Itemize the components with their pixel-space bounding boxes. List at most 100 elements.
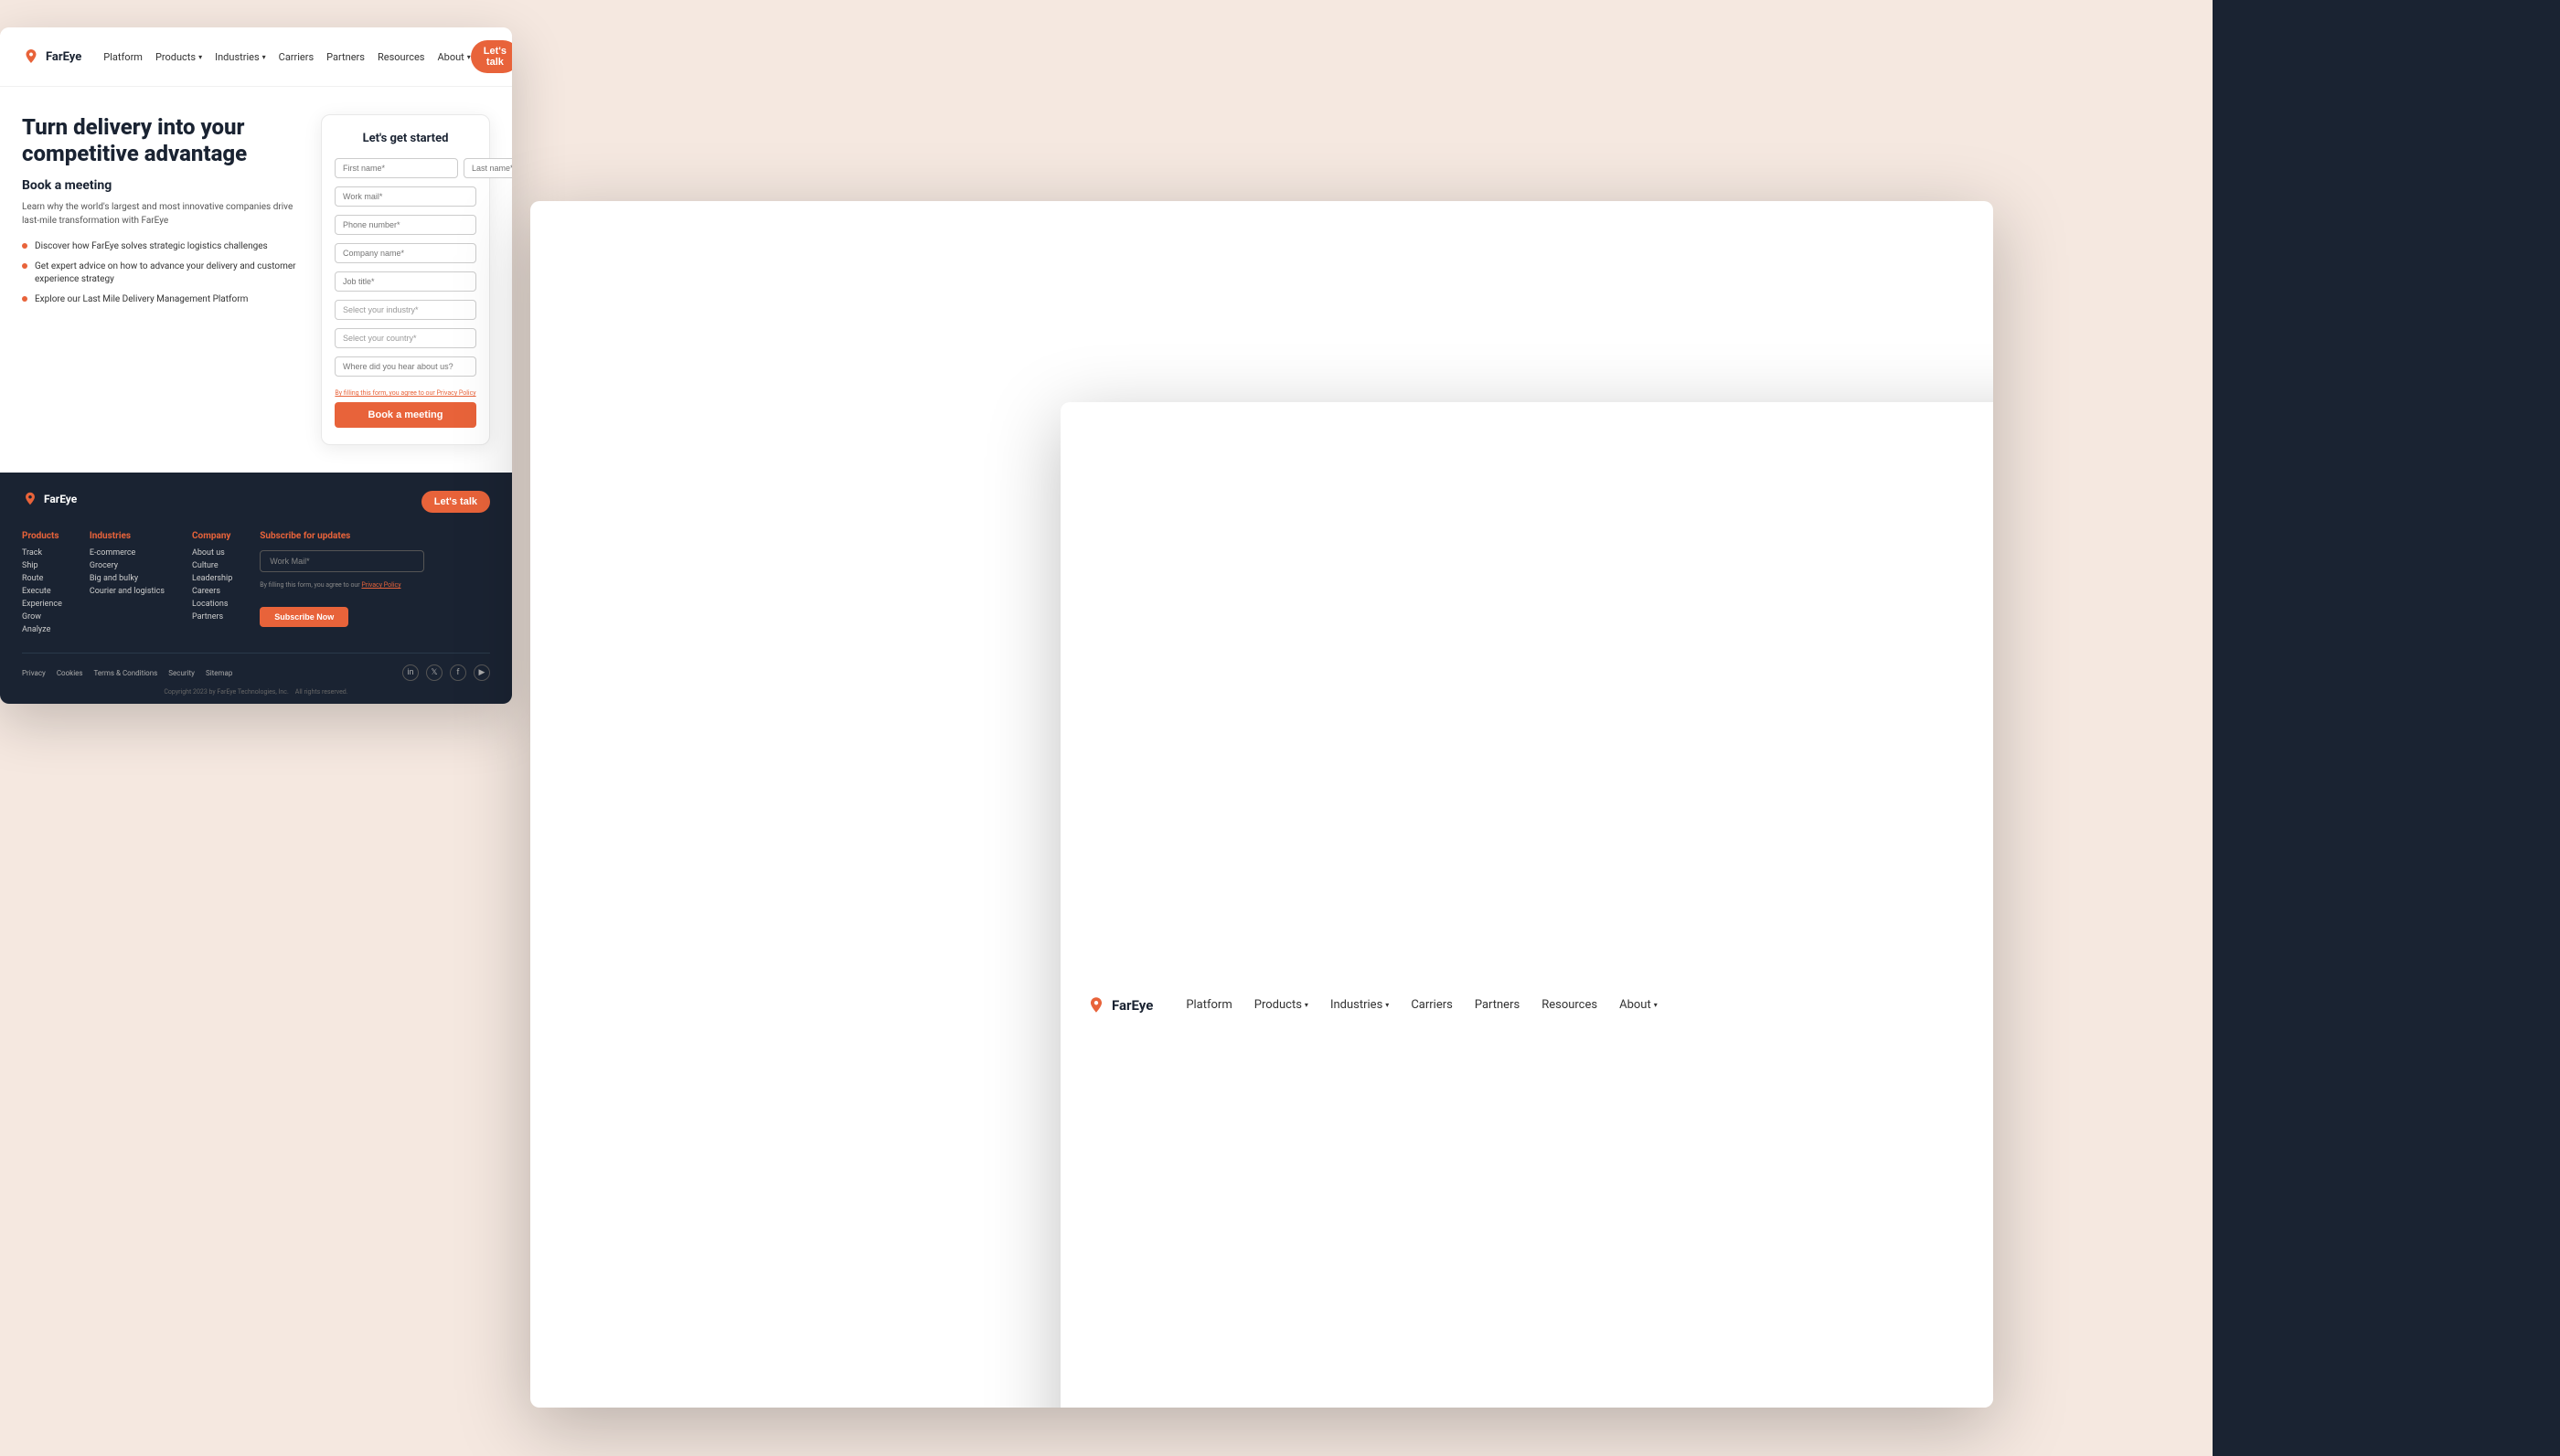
right-nav: FarEye Platform Products ▾ Industries ▾ … bbox=[1061, 402, 1993, 1408]
footer-company-title: Company bbox=[192, 531, 232, 541]
right-nav-industries[interactable]: Industries ▾ bbox=[1330, 998, 1389, 1012]
footer-link-execute[interactable]: Execute bbox=[22, 587, 62, 596]
footer-section: FarEye Let's talk Products Track Ship Ro… bbox=[0, 473, 512, 704]
nav-resources[interactable]: Resources bbox=[378, 51, 425, 63]
left-browser-window: FarEye Platform Products ▾ Industries ▾ … bbox=[0, 27, 512, 704]
footer-link-route[interactable]: Route bbox=[22, 574, 62, 583]
footer-industries-title: Industries bbox=[90, 531, 165, 541]
hear-input[interactable] bbox=[335, 356, 476, 377]
right-nav-partners[interactable]: Partners bbox=[1475, 998, 1520, 1012]
industry-select[interactable]: Select your industry* bbox=[335, 300, 476, 320]
footer-link-bigbulky[interactable]: Big and bulky bbox=[90, 574, 165, 583]
job-title-input[interactable] bbox=[335, 271, 476, 292]
footer-cta[interactable]: Let's talk bbox=[421, 491, 490, 513]
feature-item-1: Discover how FarEye solves strategic log… bbox=[22, 240, 303, 253]
country-select[interactable]: Select your country* bbox=[335, 328, 476, 348]
right-nav-about[interactable]: About ▾ bbox=[1619, 998, 1658, 1012]
form-card: Let's get started Select your industry* … bbox=[321, 114, 490, 445]
book-meeting-button[interactable]: Book a meeting bbox=[335, 402, 476, 428]
footer-bottom: Privacy Cookies Terms & Conditions Secur… bbox=[22, 653, 490, 681]
subscribe-input[interactable] bbox=[260, 550, 424, 572]
left-nav-cta[interactable]: Let's talk bbox=[471, 40, 512, 73]
footer-products: Products Track Ship Route Execute Experi… bbox=[22, 531, 62, 638]
footer-top: FarEye Let's talk bbox=[22, 491, 490, 513]
right-nav-links: Platform Products ▾ Industries ▾ Carrier… bbox=[1186, 998, 1993, 1012]
right-logo[interactable]: FarEye bbox=[1086, 995, 1153, 1015]
subscribe-button[interactable]: Subscribe Now bbox=[260, 607, 348, 627]
right-nav-platform[interactable]: Platform bbox=[1186, 998, 1232, 1012]
form-name-row bbox=[335, 158, 476, 178]
footer-link-leadership[interactable]: Leadership bbox=[192, 574, 232, 583]
feature-list: Discover how FarEye solves strategic log… bbox=[22, 240, 303, 306]
feature-dot-1 bbox=[22, 243, 27, 249]
footer-link-ecommerce[interactable]: E-commerce bbox=[90, 548, 165, 558]
footer-subscribe-title: Subscribe for updates bbox=[260, 531, 424, 541]
footer-copyright: Copyright 2023 by FarEye Technologies, I… bbox=[22, 681, 490, 696]
footer-link-track[interactable]: Track bbox=[22, 548, 62, 558]
dark-side-panel bbox=[2213, 0, 2560, 1456]
first-name-input[interactable] bbox=[335, 158, 458, 178]
phone-input[interactable] bbox=[335, 215, 476, 235]
left-logo[interactable]: FarEye bbox=[22, 48, 81, 66]
footer-logo[interactable]: FarEye bbox=[22, 491, 77, 507]
form-privacy: By filling this form, you agree to our P… bbox=[335, 389, 476, 397]
left-nav: FarEye Platform Products ▾ Industries ▾ … bbox=[0, 27, 512, 87]
left-logo-text: FarEye bbox=[46, 50, 81, 64]
hero-subtitle: Book a meeting bbox=[22, 178, 303, 193]
feature-item-3: Explore our Last Mile Delivery Managemen… bbox=[22, 293, 303, 306]
nav-about[interactable]: About ▾ bbox=[437, 51, 470, 63]
footer-subscribe: Subscribe for updates By filling this fo… bbox=[260, 531, 424, 638]
footer-logo-text: FarEye bbox=[44, 493, 77, 505]
company-input[interactable] bbox=[335, 243, 476, 263]
footer-link-culture[interactable]: Culture bbox=[192, 561, 232, 570]
facebook-icon[interactable]: f bbox=[450, 664, 466, 681]
hero-desc: Learn why the world's largest and most i… bbox=[22, 200, 303, 228]
footer-sitemap-link[interactable]: Sitemap bbox=[206, 669, 232, 677]
linkedin-icon[interactable]: in bbox=[402, 664, 419, 681]
nav-industries[interactable]: Industries ▾ bbox=[215, 51, 266, 63]
feature-dot-2 bbox=[22, 263, 27, 269]
youtube-icon[interactable]: ▶ bbox=[474, 664, 490, 681]
footer-link-experience[interactable]: Experience bbox=[22, 600, 62, 609]
work-mail-input[interactable] bbox=[335, 186, 476, 207]
footer-links: Privacy Cookies Terms & Conditions Secur… bbox=[22, 669, 232, 677]
hero-title: Turn delivery into your competitive adva… bbox=[22, 114, 303, 167]
nav-products[interactable]: Products ▾ bbox=[155, 51, 202, 63]
footer-link-analyze[interactable]: Analyze bbox=[22, 625, 62, 634]
right-nav-products[interactable]: Products ▾ bbox=[1254, 998, 1308, 1012]
right-browser-window: FarEye Platform Products ▾ Industries ▾ … bbox=[530, 201, 1993, 1408]
subscribe-privacy: By filling this form, you agree to our P… bbox=[260, 581, 424, 589]
nav-partners[interactable]: Partners bbox=[326, 51, 365, 63]
footer-products-title: Products bbox=[22, 531, 62, 541]
right-logo-text: FarEye bbox=[1112, 997, 1153, 1014]
footer-privacy-link[interactable]: Privacy bbox=[22, 669, 46, 677]
footer-security-link[interactable]: Security bbox=[168, 669, 195, 677]
last-name-input[interactable] bbox=[464, 158, 512, 178]
footer-columns: Products Track Ship Route Execute Experi… bbox=[22, 531, 490, 638]
right-logo-icon bbox=[1086, 995, 1106, 1015]
footer-link-courier[interactable]: Courier and logistics bbox=[90, 587, 165, 596]
footer-cookies-link[interactable]: Cookies bbox=[57, 669, 83, 677]
right-nav-carriers[interactable]: Carriers bbox=[1411, 998, 1453, 1012]
footer-link-ship[interactable]: Ship bbox=[22, 561, 62, 570]
social-icons: in 𝕏 f ▶ bbox=[402, 664, 490, 681]
feature-dot-3 bbox=[22, 296, 27, 302]
right-nav-resources[interactable]: Resources bbox=[1541, 998, 1597, 1012]
nav-platform[interactable]: Platform bbox=[103, 51, 143, 63]
footer-link-grow[interactable]: Grow bbox=[22, 612, 62, 622]
footer-link-grocery[interactable]: Grocery bbox=[90, 561, 165, 570]
feature-item-2: Get expert advice on how to advance your… bbox=[22, 260, 303, 286]
footer-link-partners[interactable]: Partners bbox=[192, 612, 232, 622]
hero-left: Turn delivery into your competitive adva… bbox=[22, 114, 303, 445]
footer-link-about[interactable]: About us bbox=[192, 548, 232, 558]
footer-terms-link[interactable]: Terms & Conditions bbox=[94, 669, 158, 677]
hero-section: Turn delivery into your competitive adva… bbox=[0, 87, 512, 473]
nav-carriers[interactable]: Carriers bbox=[279, 51, 315, 63]
left-nav-links: Platform Products ▾ Industries ▾ Carrier… bbox=[103, 51, 471, 63]
footer-link-careers[interactable]: Careers bbox=[192, 587, 232, 596]
twitter-icon[interactable]: 𝕏 bbox=[426, 664, 443, 681]
footer-link-locations[interactable]: Locations bbox=[192, 600, 232, 609]
fareye-logo-icon bbox=[22, 48, 40, 66]
footer-logo-icon bbox=[22, 491, 38, 507]
footer-company: Company About us Culture Leadership Care… bbox=[192, 531, 232, 638]
